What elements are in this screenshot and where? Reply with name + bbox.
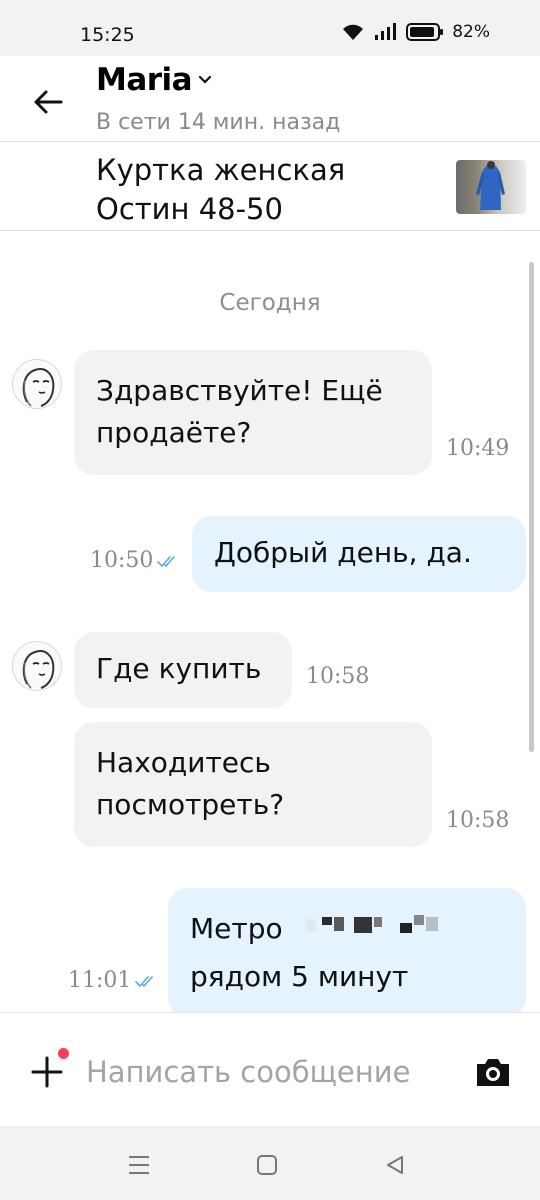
redacted-text	[292, 909, 462, 951]
message-text: Здравствуйте! Ещё продаёте?	[96, 374, 383, 449]
message-input[interactable]	[86, 1051, 456, 1093]
status-time: 15:25	[80, 24, 135, 46]
message-text: Метро	[190, 912, 283, 945]
chat-header: Maria В сети 14 мин. назад	[0, 56, 540, 142]
scrollbar[interactable]	[529, 262, 534, 752]
contact-name: Maria	[96, 62, 193, 98]
notification-dot	[55, 1045, 72, 1062]
message-text-line: Метро	[190, 908, 462, 951]
message-time-outgoing: 11:01	[68, 968, 157, 993]
message-time: 10:49	[446, 436, 510, 461]
message-bubble-incoming[interactable]: Находитесь посмотреть? 10:58	[74, 722, 509, 847]
product-card[interactable]: Куртка женская Остин 48-50	[0, 143, 540, 231]
product-thumbnail[interactable]	[456, 160, 526, 214]
message-time-outgoing: 10:50	[90, 548, 179, 573]
message-time: 11:01	[68, 968, 132, 993]
menu-button[interactable]	[126, 1152, 152, 1178]
contact-presence: В сети 14 мин. назад	[96, 110, 341, 135]
date-separator: Сегодня	[219, 290, 321, 316]
double-check-icon	[157, 555, 176, 567]
message-list[interactable]: Сегодня Здравствуйте! Ещё продаёте? 10:4…	[0, 232, 540, 1012]
message-bubble-outgoing[interactable]: Метро рядом 5 минут	[168, 888, 526, 1012]
double-check-icon	[135, 975, 154, 987]
message-text: Где купить	[96, 652, 262, 685]
avatar[interactable]	[12, 359, 62, 409]
home-square-icon	[257, 1155, 277, 1175]
message-text: рядом 5 минут	[190, 960, 409, 993]
status-icons: 82%	[340, 22, 490, 42]
wifi-icon	[340, 22, 366, 42]
message-text: Добрый день, да.	[214, 536, 472, 569]
camera-button[interactable]	[474, 1055, 512, 1089]
back-nav-button[interactable]	[382, 1152, 408, 1178]
system-navigation-bar	[0, 1126, 540, 1200]
back-button[interactable]	[28, 82, 68, 122]
signal-icon	[374, 23, 398, 41]
battery-percent: 82%	[452, 22, 490, 42]
status-bar: 15:25 82%	[0, 0, 540, 56]
message-text: Находитесь посмотреть?	[96, 746, 285, 821]
message-bubble-incoming[interactable]: Здравствуйте! Ещё продаёте? 10:49	[74, 350, 509, 475]
message-bubble-incoming[interactable]: Где купить	[74, 632, 292, 708]
back-triangle-icon	[387, 1156, 403, 1174]
home-button[interactable]	[254, 1152, 280, 1178]
attach-button[interactable]	[30, 1045, 72, 1089]
message-time: 10:58	[306, 664, 370, 689]
contact-name-button[interactable]: Maria	[96, 62, 212, 98]
battery-icon	[406, 22, 444, 42]
chevron-down-icon	[199, 75, 212, 84]
product-title: Куртка женская Остин 48-50	[96, 153, 346, 226]
message-composer	[0, 1012, 540, 1126]
message-time: 10:58	[446, 808, 510, 833]
arrow-left-icon	[34, 90, 63, 114]
menu-icon	[129, 1156, 149, 1174]
camera-icon	[477, 1059, 509, 1086]
avatar[interactable]	[12, 641, 62, 691]
message-bubble-outgoing[interactable]: Добрый день, да.	[192, 516, 526, 592]
message-time: 10:50	[90, 548, 154, 573]
